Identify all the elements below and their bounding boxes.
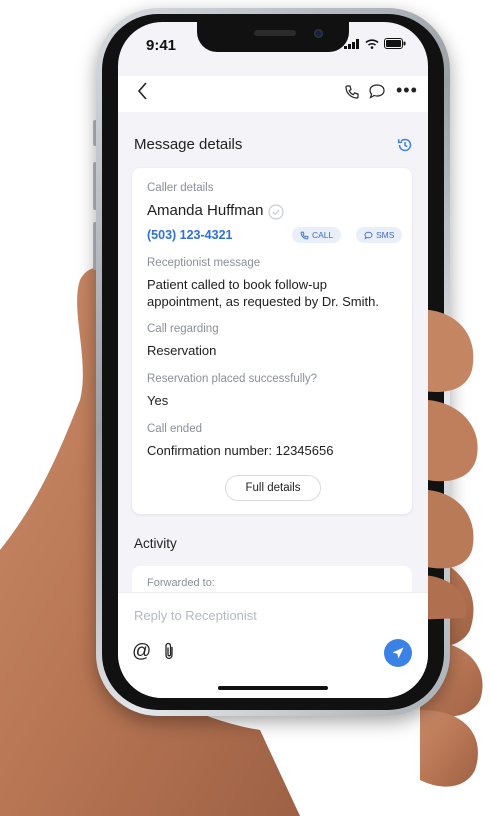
- phone-icon[interactable]: [344, 84, 360, 100]
- more-options-icon[interactable]: •••: [396, 80, 418, 101]
- forwarded-to-label: Forwarded to:: [147, 577, 215, 589]
- wifi-icon: [365, 38, 379, 49]
- receptionist-message-line1: Patient called to book follow-up: [147, 277, 327, 292]
- status-time: 9:41: [146, 37, 177, 54]
- phone-notch: [197, 22, 349, 52]
- page-title: Message details: [134, 136, 243, 153]
- app-screen: 9:41 ••• Message details Caller details …: [118, 22, 428, 698]
- home-indicator: [218, 686, 328, 690]
- message-details-card: Caller details Amanda Huffman (503) 123-…: [132, 168, 412, 514]
- sms-button-label: SMS: [376, 230, 395, 240]
- call-ended-label: Call ended: [147, 423, 202, 435]
- reply-input[interactable]: [132, 603, 406, 627]
- reservation-label: Reservation placed successfully?: [147, 373, 318, 385]
- battery-icon: [384, 38, 406, 49]
- status-icons: [344, 38, 406, 49]
- attachment-icon[interactable]: [162, 641, 176, 661]
- chat-icon[interactable]: [368, 83, 386, 100]
- front-camera: [314, 29, 323, 38]
- back-arrow-icon[interactable]: [136, 80, 150, 102]
- full-details-button[interactable]: Full details: [225, 475, 321, 501]
- sms-button[interactable]: SMS: [356, 227, 403, 243]
- receptionist-message-line2: appointment, as requested by Dr. Smith.: [147, 294, 379, 309]
- reply-composer: @: [118, 592, 428, 698]
- call-regarding-label: Call regarding: [147, 323, 219, 335]
- call-button[interactable]: CALL: [292, 227, 342, 243]
- send-icon: [392, 647, 404, 659]
- verified-check-icon: [268, 204, 284, 220]
- call-regarding-value: Reservation: [147, 343, 217, 358]
- send-button[interactable]: [384, 639, 412, 667]
- call-button-label: CALL: [312, 230, 334, 240]
- reservation-value: Yes: [147, 393, 169, 408]
- top-nav-bar: •••: [118, 76, 428, 112]
- caller-details-label: Caller details: [147, 182, 214, 194]
- call-ended-value: Confirmation number: 12345656: [147, 443, 334, 458]
- activity-heading: Activity: [134, 536, 177, 551]
- caller-name: Amanda Huffman: [147, 202, 264, 219]
- caller-phone-link[interactable]: (503) 123-4321: [147, 228, 232, 242]
- mention-icon[interactable]: @: [132, 641, 151, 663]
- history-icon[interactable]: [396, 136, 414, 154]
- receptionist-message-label: Receptionist message: [147, 257, 261, 269]
- earpiece-speaker: [254, 30, 296, 36]
- chat-icon: [364, 231, 373, 239]
- phone-icon: [300, 231, 309, 239]
